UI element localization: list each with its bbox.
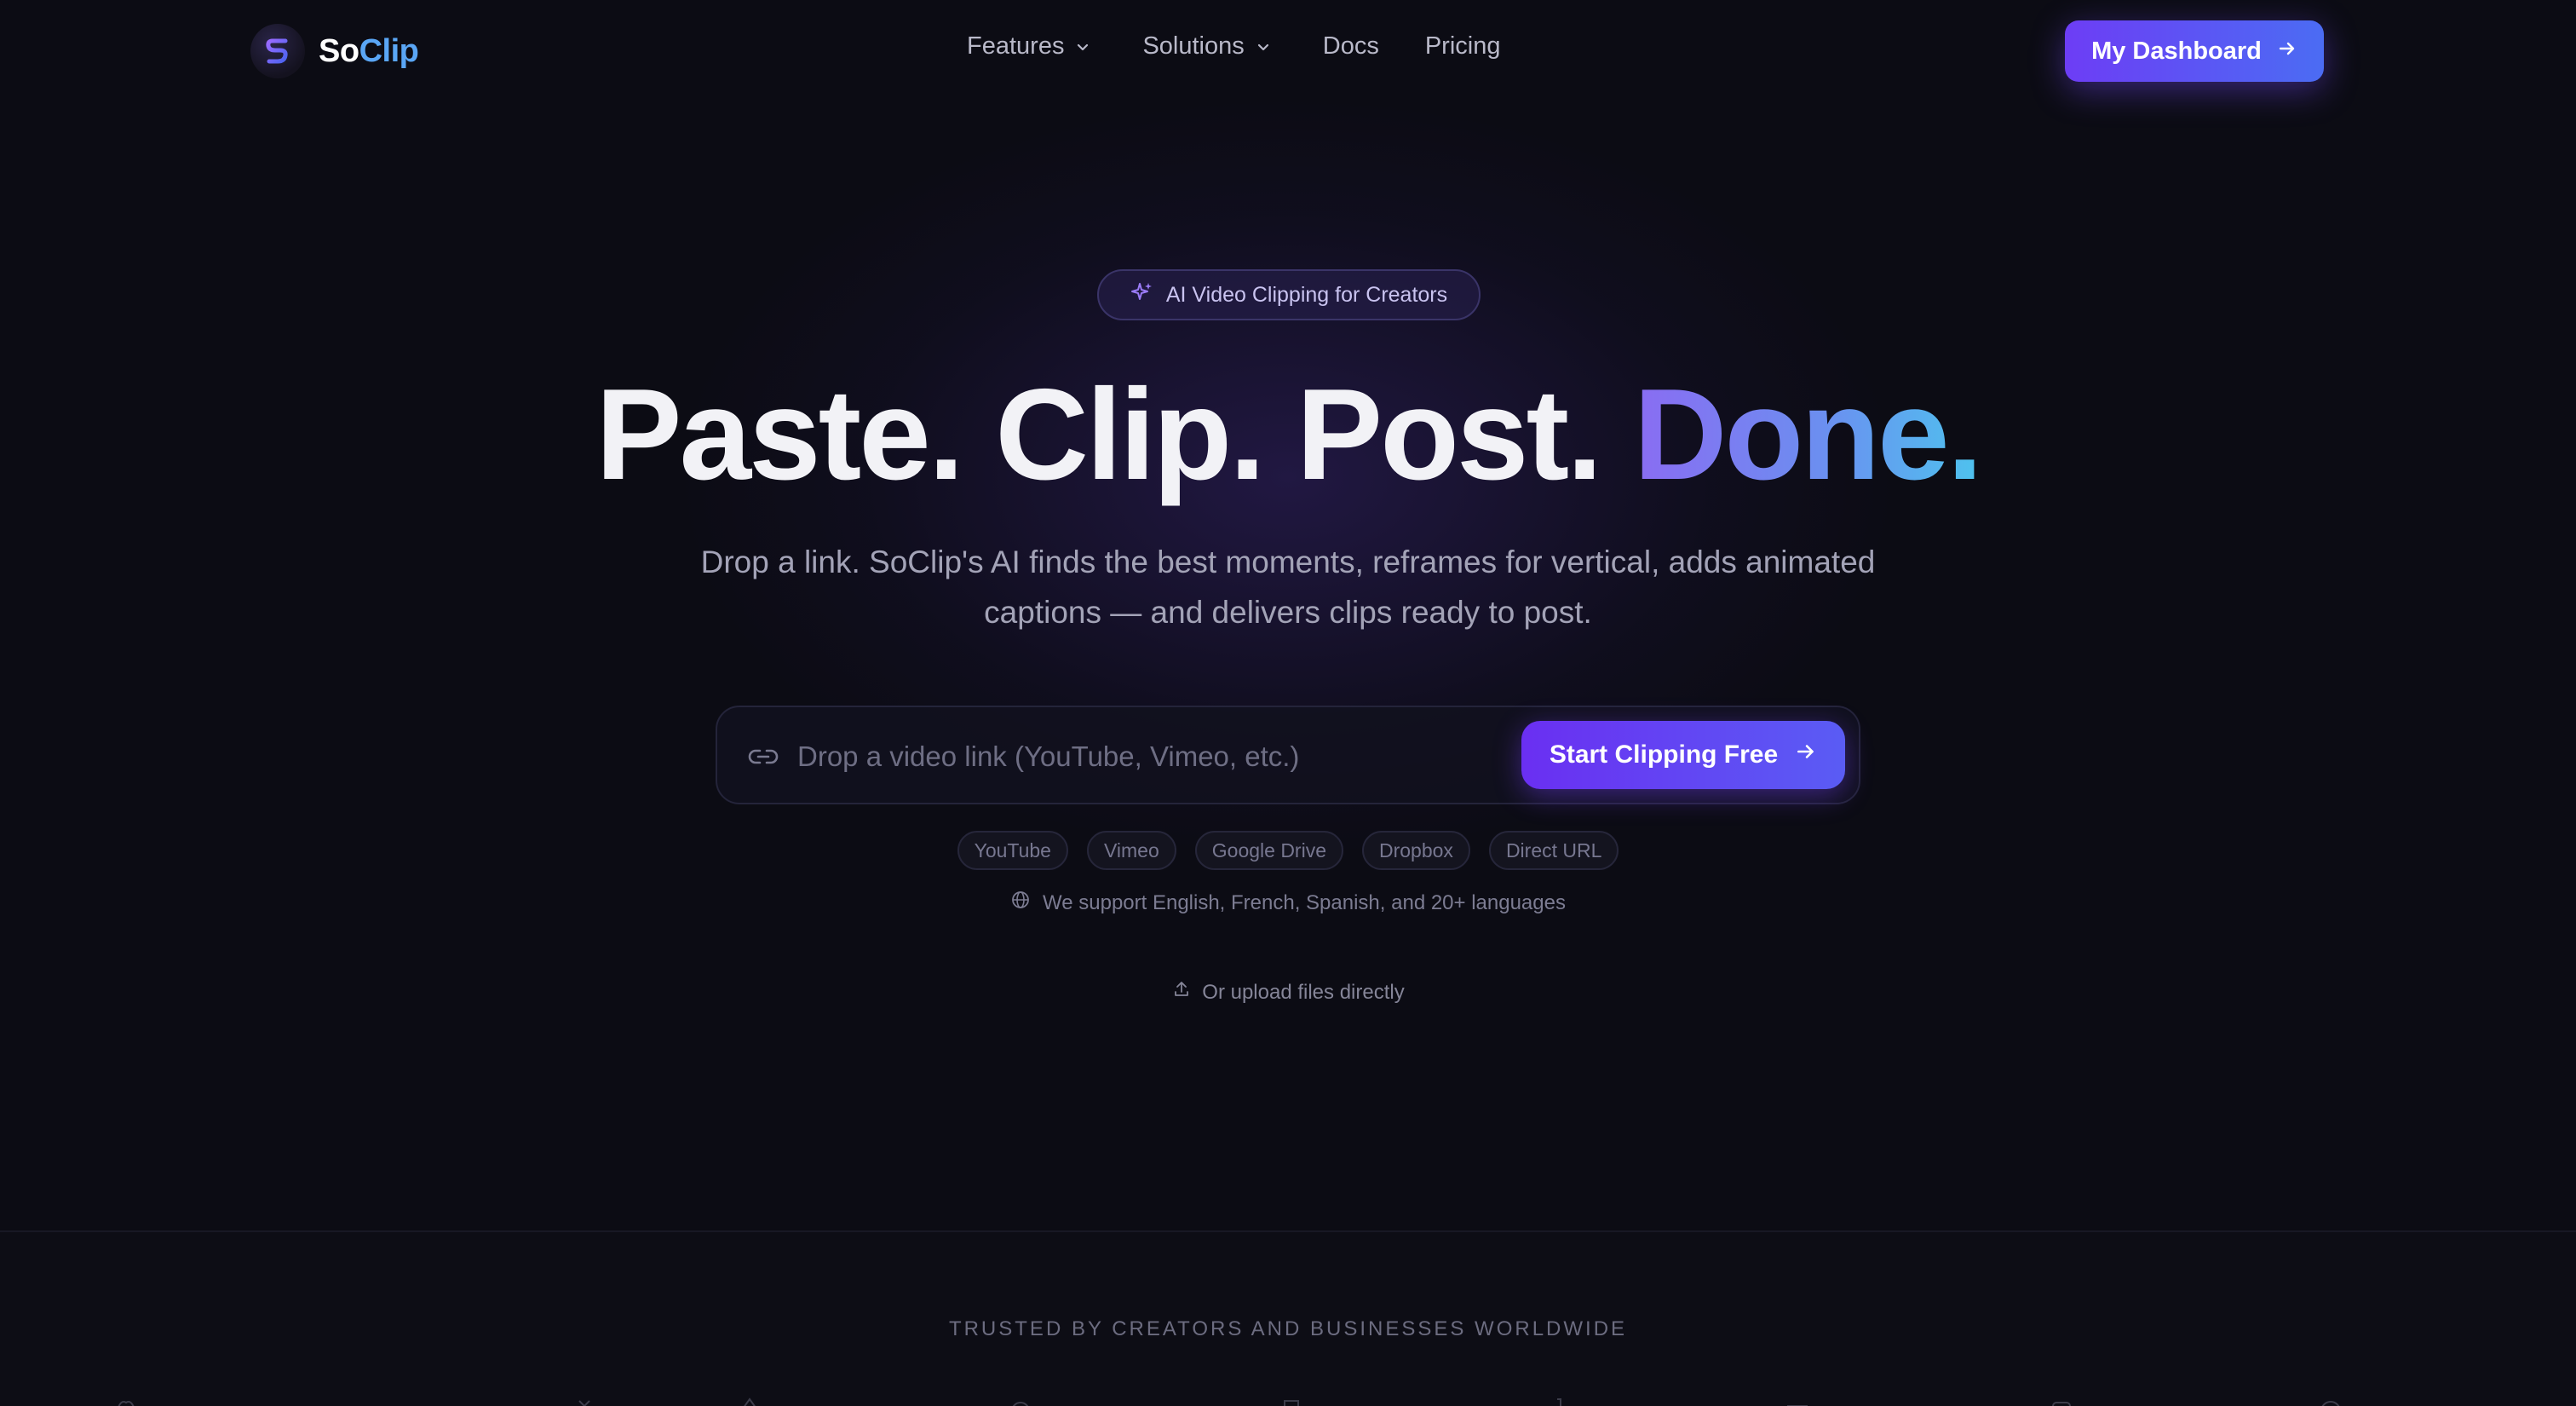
nav-pricing-label: Pricing — [1424, 32, 1501, 60]
sparkle-icon — [1130, 280, 1154, 310]
headline-accent-word: Done — [1633, 362, 1947, 507]
link-icon — [746, 740, 780, 778]
source-chip-vimeo: Vimeo — [1086, 831, 1176, 870]
hero-badge: AI Video Clipping for Creators — [1097, 269, 1481, 320]
partner-logo-icon — [1542, 1394, 1576, 1406]
page: SoClip Features Solutions Docs Pricing M… — [0, 0, 2576, 1406]
soclip-logo-icon — [250, 24, 305, 78]
languages-note-text: We support English, French, Spanish, and… — [1043, 890, 1566, 914]
top-nav: SoClip Features Solutions Docs Pricing M… — [0, 0, 2576, 102]
start-clipping-button[interactable]: Start Clipping Free — [1521, 721, 1845, 789]
brand-name-clip: Clip — [359, 32, 419, 69]
my-dashboard-button[interactable]: My Dashboard — [2065, 20, 2324, 82]
nav-features[interactable]: Features — [967, 32, 1091, 61]
source-chip-direct-url: Direct URL — [1488, 831, 1619, 870]
brand-logo[interactable]: SoClip — [250, 24, 419, 78]
partner-logo-icon — [567, 1394, 601, 1406]
start-clipping-label: Start Clipping Free — [1549, 740, 1779, 769]
headline-accent-dot: . — [1946, 362, 1981, 507]
hero-subtitle: Drop a link. SoClip's AI finds the best … — [700, 545, 1876, 630]
arrow-right-icon — [2277, 37, 2297, 66]
video-link-input[interactable] — [797, 731, 1496, 782]
upload-files-link[interactable]: Or upload files directly — [0, 979, 2576, 1006]
upload-icon — [1171, 979, 1192, 1006]
hero-badge-label: AI Video Clipping for Creators — [1165, 282, 1448, 307]
main-menu: Features Solutions Docs Pricing — [967, 32, 1552, 61]
nav-docs[interactable]: Docs — [1323, 32, 1379, 61]
partner-logo-strip — [0, 1394, 2576, 1406]
partner-logo-icon — [2314, 1394, 2348, 1406]
chevron-down-icon — [1074, 38, 1091, 55]
globe-icon — [1010, 890, 1031, 916]
partner-logo-icon — [1003, 1394, 1038, 1406]
headline-plain: Paste. Clip. Post. — [595, 362, 1634, 507]
partner-logo-icon — [2044, 1394, 2079, 1406]
nav-solutions[interactable]: Solutions — [1142, 32, 1271, 61]
nav-solutions-label: Solutions — [1142, 32, 1245, 60]
source-chip-youtube: YouTube — [957, 831, 1068, 870]
source-chip-dropbox: Dropbox — [1362, 831, 1470, 870]
supported-sources: YouTube Vimeo Google Drive Dropbox Direc… — [0, 831, 2576, 870]
partner-logo-icon — [1780, 1394, 1814, 1406]
video-link-form: Start Clipping Free — [716, 706, 1860, 804]
languages-note: We support English, French, Spanish, and… — [0, 890, 2576, 916]
brand-name: SoClip — [319, 32, 419, 70]
headline-accent: Done. — [1634, 362, 1981, 507]
hero-headline: Paste. Clip. Post. Done. — [0, 358, 2576, 511]
arrow-right-icon — [1795, 740, 1817, 769]
chevron-down-icon — [1255, 38, 1272, 55]
partner-logo-icon — [111, 1394, 145, 1406]
partner-logo-icon — [1274, 1394, 1308, 1406]
partner-logo-icon — [733, 1394, 767, 1406]
my-dashboard-label: My Dashboard — [2091, 37, 2262, 65]
nav-pricing[interactable]: Pricing — [1425, 32, 1501, 61]
source-chip-google-drive: Google Drive — [1194, 831, 1343, 870]
nav-docs-label: Docs — [1322, 32, 1379, 60]
upload-files-label: Or upload files directly — [1202, 980, 1405, 1004]
nav-features-label: Features — [967, 32, 1065, 60]
brand-name-so: So — [319, 32, 359, 69]
trusted-heading: TRUSTED BY CREATORS AND BUSINESSES WORLD… — [948, 1317, 1628, 1340]
trusted-section: TRUSTED BY CREATORS AND BUSINESSES WORLD… — [0, 1230, 2576, 1406]
